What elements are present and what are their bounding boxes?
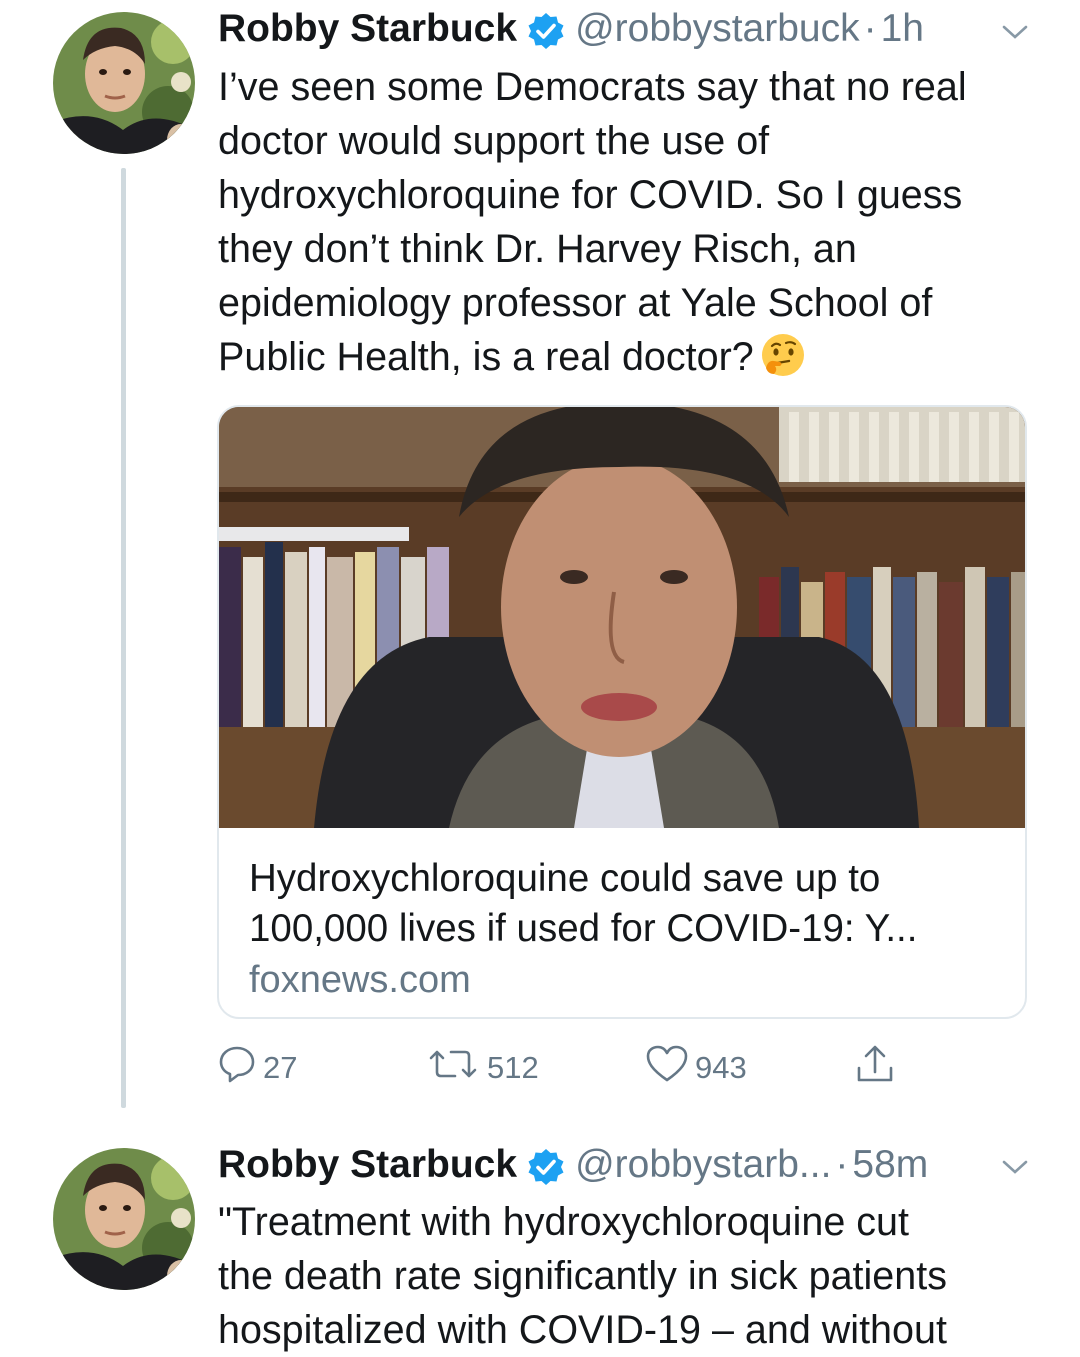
link-card-title: Hydroxychloroquine could save up to 100,… (249, 854, 917, 954)
tweet-actions: 27 512 943 (217, 1040, 917, 1096)
reply-icon (217, 1044, 263, 1092)
separator-dot: · (863, 7, 877, 50)
tweet-text-line: hospitalized with COVID-19 – and without (218, 1308, 947, 1352)
display-name[interactable]: Robby Starbuck (218, 1, 517, 57)
avatar[interactable] (53, 1148, 195, 1290)
link-card[interactable]: Hydroxychloroquine could save up to 100,… (217, 405, 1027, 1019)
verified-badge-icon (527, 10, 565, 49)
link-card-domain: foxnews.com (249, 959, 471, 1001)
chevron-down-icon[interactable] (1000, 1157, 1030, 1177)
timestamp[interactable]: 1h (881, 1, 924, 57)
reply-button[interactable]: 27 (217, 1040, 297, 1096)
tweet-header: Robby Starbuck @robbystarb... · 58m (218, 1137, 928, 1193)
timestamp[interactable]: 58m (852, 1137, 928, 1193)
share-icon (853, 1042, 903, 1094)
tweet-text-line: epidemiology professor at Yale School of (218, 281, 933, 325)
tweet-text-line: they don’t think Dr. Harvey Risch, an (218, 227, 857, 271)
tweet-text-line: doctor would support the use of (218, 119, 770, 163)
like-button[interactable]: 943 (645, 1040, 747, 1096)
thinking-face-icon (760, 332, 806, 378)
handle[interactable]: @robbystarb... (575, 1137, 831, 1193)
retweet-count: 512 (487, 1050, 539, 1085)
thread-line (121, 168, 126, 1108)
reply-count: 27 (263, 1050, 298, 1085)
retweet-button[interactable]: 512 (425, 1040, 539, 1096)
link-card-title-line: Hydroxychloroquine could save up to (249, 857, 881, 900)
share-button[interactable] (853, 1040, 903, 1096)
like-count: 943 (695, 1050, 747, 1085)
avatar[interactable] (53, 12, 195, 154)
tweet-text-line: Public Health, is a real doctor? (218, 330, 967, 384)
tweet-text: "Treatment with hydroxychloroquine cut t… (218, 1195, 947, 1357)
heart-icon (645, 1044, 695, 1092)
tweet-text-line: hydroxychloroquine for COVID. So I guess (218, 173, 963, 217)
chevron-down-icon[interactable] (1000, 22, 1030, 42)
display-name[interactable]: Robby Starbuck (218, 1137, 517, 1193)
tweet-text-segment: Public Health, is a real doctor? (218, 335, 754, 379)
verified-badge-icon (527, 1146, 565, 1185)
tweet-text: I’ve seen some Democrats say that no rea… (218, 60, 967, 384)
tweet-text-line: I’ve seen some Democrats say that no rea… (218, 65, 967, 109)
handle[interactable]: @robbystarbuck (575, 1, 860, 57)
retweet-icon (425, 1044, 487, 1092)
tweet-text-line: "Treatment with hydroxychloroquine cut (218, 1200, 909, 1244)
link-card-image (219, 407, 1025, 828)
separator-dot: · (835, 1143, 849, 1186)
tweet-header: Robby Starbuck @robbystarbuck · 1h (218, 1, 924, 57)
link-card-title-line: 100,000 lives if used for COVID-19: Y... (249, 907, 918, 950)
tweet-text-line: the death rate significantly in sick pat… (218, 1254, 947, 1298)
